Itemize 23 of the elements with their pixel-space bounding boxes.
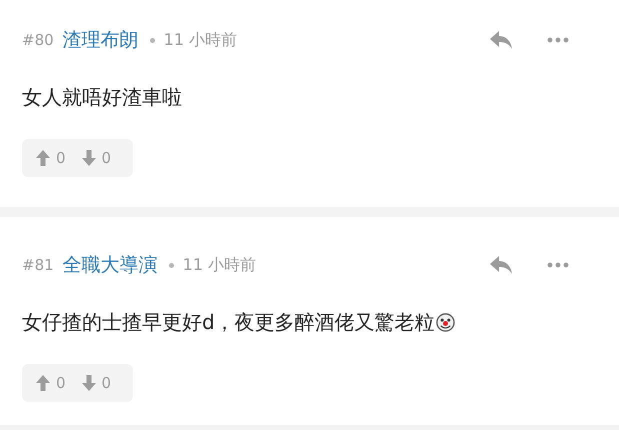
up-arrow-icon	[36, 150, 50, 166]
comment-text: 女人就唔好渣車啦	[22, 84, 182, 111]
downvote-button[interactable]: 0	[82, 149, 124, 167]
post-time: 11 小時前	[182, 254, 256, 276]
post-number: #80	[22, 31, 54, 49]
more-icon[interactable]	[547, 37, 569, 43]
comment-text: 女仔揸的士揸早更好d，夜更多醉酒佬又驚老粒	[22, 309, 435, 336]
downvote-button[interactable]: 0	[82, 374, 124, 392]
upvote-button[interactable]: 0	[36, 149, 78, 167]
down-arrow-icon	[82, 375, 96, 391]
down-arrow-icon	[82, 150, 96, 166]
upvote-button[interactable]: 0	[36, 374, 78, 392]
reply-icon[interactable]	[489, 30, 513, 50]
up-arrow-icon	[36, 375, 50, 391]
separator-dot	[168, 262, 174, 268]
author-name[interactable]: 全職大導演	[62, 252, 158, 278]
author-name[interactable]: 渣理布朗	[62, 27, 139, 53]
separator-dot	[150, 38, 155, 42]
clown-face-icon	[436, 313, 455, 332]
more-icon[interactable]	[547, 262, 569, 268]
post-time: 11 小時前	[164, 30, 238, 50]
post-number: #81	[22, 256, 54, 274]
reply-icon[interactable]	[489, 255, 513, 275]
